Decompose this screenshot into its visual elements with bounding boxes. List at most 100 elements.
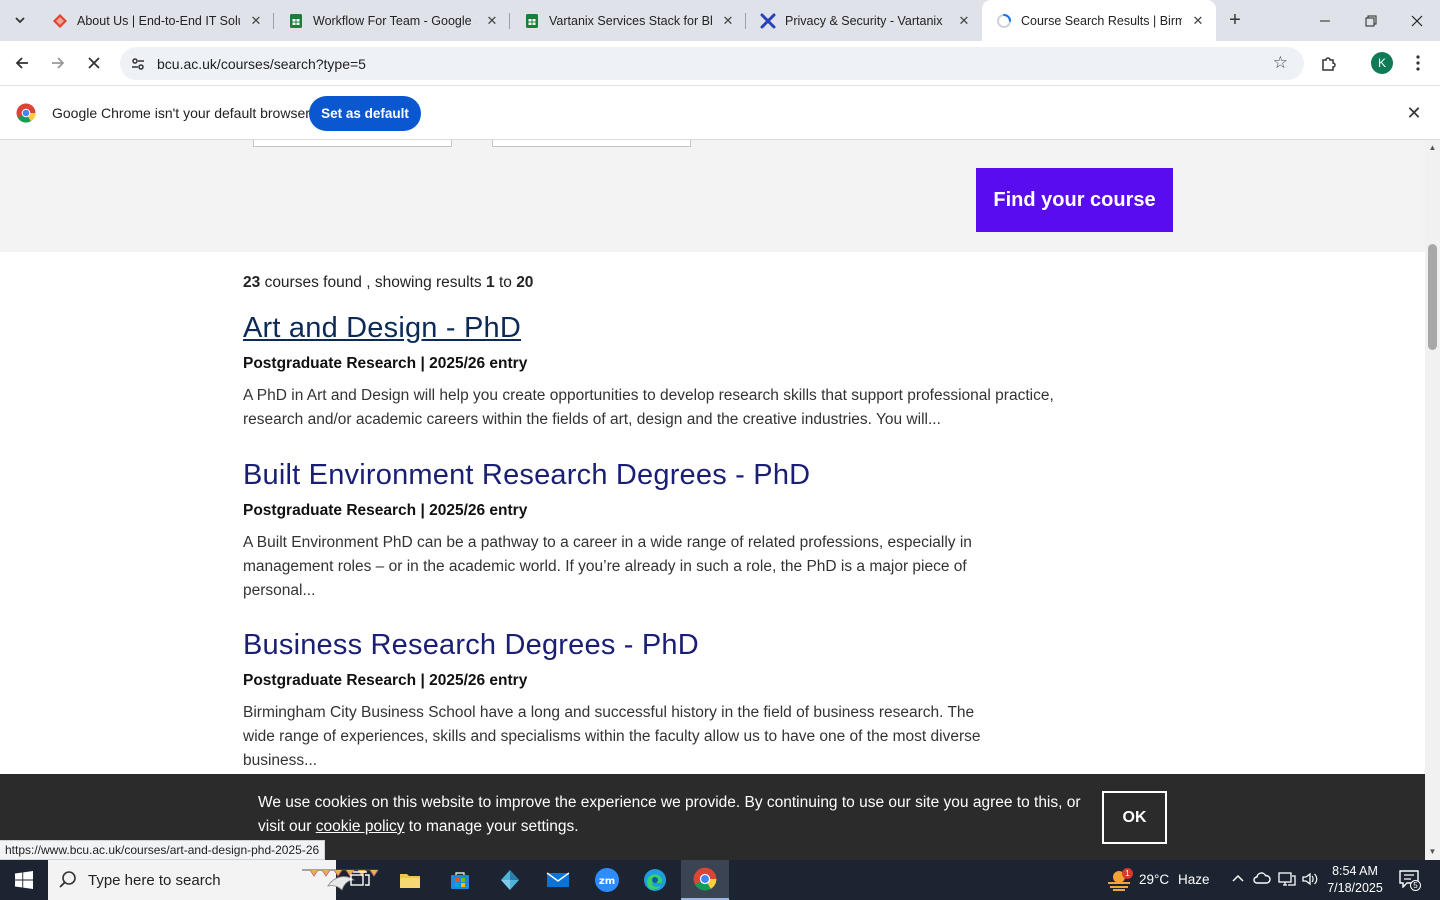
course-result: Art and Design - PhD Postgraduate Resear…: [243, 312, 1063, 432]
restore-button[interactable]: [1348, 0, 1394, 41]
browser-toolbar: bcu.ac.uk/courses/search?type=5 ☆ K: [0, 41, 1440, 86]
weather-desc: Haze: [1178, 872, 1210, 887]
course-description: Birmingham City Business School have a l…: [243, 704, 981, 769]
windows-taskbar: Type here to search zm 1 29°C Haze 8:54 …: [0, 860, 1440, 900]
google-sheets-icon: [526, 13, 538, 28]
volume-icon[interactable]: [1301, 871, 1319, 889]
taskbar-search-placeholder: Type here to search: [88, 872, 221, 889]
course-title-link[interactable]: Art and Design - PhD: [243, 312, 521, 345]
close-icon[interactable]: ✕: [484, 13, 500, 29]
onedrive-cloud-icon[interactable]: [1253, 871, 1271, 889]
taskbar-app-diamond[interactable]: [486, 860, 534, 900]
close-icon[interactable]: ✕: [1190, 13, 1206, 29]
cookie-message: We use cookies on this website to improv…: [258, 791, 1088, 839]
restore-icon: [1365, 15, 1377, 26]
clock-time: 8:54 AM: [1332, 864, 1378, 878]
course-result: Business Research Degrees - PhD Postgrad…: [243, 629, 1003, 773]
svg-text:zm: zm: [599, 876, 615, 887]
taskbar-mail[interactable]: [534, 860, 582, 900]
minimize-icon: [1320, 20, 1330, 21]
close-icon: [1411, 15, 1423, 26]
search-icon: [59, 871, 76, 888]
scroll-up-arrow-icon[interactable]: ▲: [1427, 142, 1438, 153]
stop-loading-button[interactable]: [80, 49, 108, 77]
tab-vartanix-services[interactable]: Vartanix Services Stack for Blog ✕: [510, 0, 746, 41]
tab-workflow[interactable]: Workflow For Team - Google Sh ✕: [274, 0, 510, 41]
set-as-default-button[interactable]: Set as default: [309, 96, 421, 131]
edge-icon: [644, 869, 666, 891]
taskbar-file-explorer[interactable]: [386, 860, 434, 900]
results-count: 23 courses found , showing results 1 to …: [243, 274, 533, 292]
infobar-message: Google Chrome isn't your default browser: [52, 105, 310, 121]
taskbar-chrome[interactable]: [681, 860, 729, 900]
extensions-button[interactable]: [1315, 49, 1343, 77]
chrome-icon: [693, 867, 717, 891]
bookmark-star-icon[interactable]: ☆: [1273, 53, 1288, 73]
url-text: bcu.ac.uk/courses/search?type=5: [157, 56, 366, 72]
notification-count: 5: [1410, 880, 1421, 891]
course-description: A PhD in Art and Design will help you cr…: [243, 387, 1054, 428]
network-icon[interactable]: [1278, 871, 1296, 889]
tab-strip: About Us | End-to-End IT Soluti ✕ Workfl…: [0, 0, 1440, 41]
results-to-word: to: [498, 274, 512, 291]
puzzle-icon: [1322, 57, 1336, 71]
close-icon[interactable]: ✕: [956, 13, 972, 29]
close-window-button[interactable]: [1394, 0, 1440, 41]
site-info-button[interactable]: [128, 54, 148, 74]
chevron-up-icon[interactable]: [1229, 871, 1247, 889]
task-view-button[interactable]: [336, 860, 384, 900]
scroll-down-arrow-icon[interactable]: ▼: [1427, 846, 1438, 857]
tab-title: About Us | End-to-End IT Soluti: [77, 13, 240, 28]
cookie-ok-button[interactable]: OK: [1102, 791, 1167, 844]
results-total: 23: [243, 274, 261, 291]
chrome-menu-button[interactable]: [1404, 49, 1432, 77]
new-tab-button[interactable]: +: [1224, 9, 1246, 31]
cookie-policy-link[interactable]: cookie policy: [316, 818, 405, 835]
tune-icon: [132, 58, 144, 70]
red-diamond-icon: [53, 13, 67, 28]
vartanix-x-icon: [760, 13, 776, 28]
close-icon[interactable]: ✕: [248, 13, 264, 29]
filter-dropdown[interactable]: [253, 140, 452, 147]
close-icon[interactable]: ✕: [720, 13, 736, 29]
course-meta: Postgraduate Research | 2025/26 entry: [243, 672, 528, 689]
filter-dropdown[interactable]: [492, 140, 691, 147]
forward-arrow-icon: [52, 57, 65, 69]
taskbar-search-box[interactable]: Type here to search: [48, 860, 379, 900]
forward-button[interactable]: [44, 49, 72, 77]
course-title-link[interactable]: Built Environment Research Degrees - PhD: [243, 459, 810, 492]
close-icon[interactable]: ✕: [1404, 103, 1424, 123]
address-bar[interactable]: bcu.ac.uk/courses/search?type=5 ☆: [120, 47, 1304, 80]
start-button[interactable]: [0, 860, 48, 900]
course-description: A Built Environment PhD can be a pathway…: [243, 534, 972, 599]
tab-privacy-security[interactable]: Privacy & Security - Vartanix ✕: [746, 0, 982, 41]
profile-avatar[interactable]: K: [1371, 52, 1393, 74]
notification-center-button[interactable]: 5: [1398, 870, 1421, 891]
course-title-link[interactable]: Business Research Degrees - PhD: [243, 629, 699, 662]
chrome-logo-icon: [16, 103, 36, 123]
weather-temp: 29°C: [1139, 872, 1170, 887]
course-meta: Postgraduate Research | 2025/26 entry: [243, 355, 528, 372]
clock-date: 7/18/2025: [1327, 881, 1383, 895]
taskbar-zoom[interactable]: zm: [583, 860, 631, 900]
back-button[interactable]: [8, 49, 36, 77]
taskbar-store[interactable]: [436, 860, 484, 900]
stop-icon: [88, 57, 100, 69]
tab-course-search[interactable]: Course Search Results | Birming ✕: [982, 0, 1216, 41]
scroll-thumb[interactable]: [1428, 244, 1437, 350]
page-scrollbar[interactable]: ▲ ▼: [1425, 140, 1440, 860]
default-browser-infobar: Google Chrome isn't your default browser…: [0, 86, 1440, 140]
taskbar-edge[interactable]: [631, 860, 679, 900]
minimize-button[interactable]: [1302, 0, 1348, 41]
course-filter-panel: Find your course: [0, 140, 1425, 252]
tab-title: Course Search Results | Birming: [1021, 13, 1182, 28]
tab-search-button[interactable]: [6, 7, 34, 33]
weather-badge: 1: [1122, 868, 1133, 879]
chevron-down-icon: [15, 17, 25, 24]
diamond-app-icon: [501, 870, 519, 890]
find-your-course-button[interactable]: Find your course: [976, 168, 1173, 232]
course-meta: Postgraduate Research | 2025/26 entry: [243, 502, 528, 519]
tab-about-us[interactable]: About Us | End-to-End IT Soluti ✕: [38, 0, 274, 41]
loading-icon: [997, 13, 1011, 28]
taskbar-clock[interactable]: 8:54 AM 7/18/2025: [1322, 863, 1388, 897]
